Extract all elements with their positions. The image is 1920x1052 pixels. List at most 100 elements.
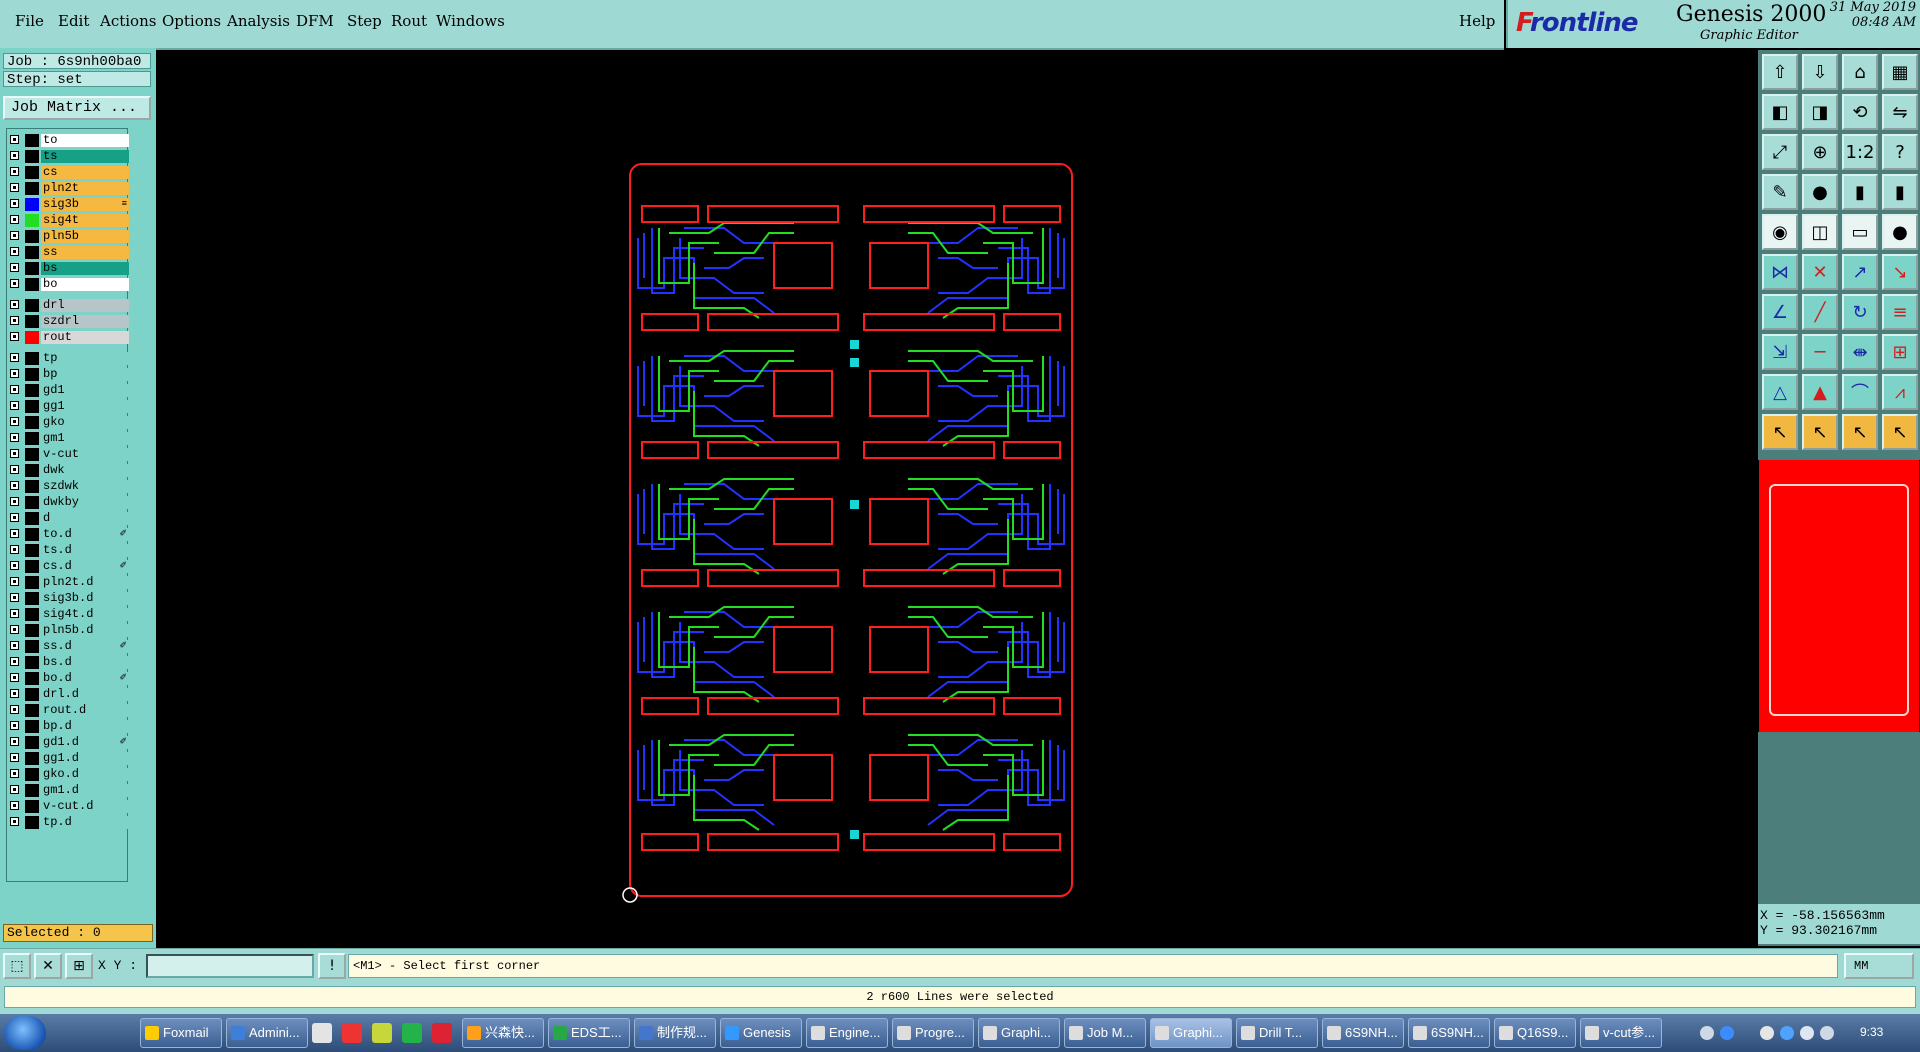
layer-row-bo[interactable]: bo	[7, 277, 129, 292]
layer-row-ts[interactable]: ts	[7, 149, 129, 164]
layer-row-dwk[interactable]: dwk	[7, 463, 129, 478]
taskbar-item[interactable]: Engine...	[806, 1018, 888, 1048]
layer-checkbox[interactable]	[10, 151, 19, 160]
taskbar-item[interactable]: Admini...	[226, 1018, 308, 1048]
taskbar-item[interactable]: Job M...	[1064, 1018, 1146, 1048]
layer-checkbox[interactable]	[10, 801, 19, 810]
taskbar-item[interactable]: v-cut参...	[1580, 1018, 1662, 1048]
layer-row-sig3b[interactable]: sig3b ≡	[7, 197, 129, 212]
layer-row-gm1.d[interactable]: gm1.d	[7, 783, 129, 798]
layer-row-v-cut[interactable]: v-cut	[7, 447, 129, 462]
layer-color-swatch[interactable]	[25, 299, 39, 312]
layer-name[interactable]: gd1	[41, 384, 129, 397]
tray-flag-icon[interactable]	[1760, 1026, 1774, 1040]
stretch-icon[interactable]: ⇼	[1842, 334, 1878, 370]
contour-icon[interactable]: ⩘	[1882, 374, 1918, 410]
layer-row-bp[interactable]: bp	[7, 367, 129, 382]
menu-windows[interactable]: Windows	[436, 12, 505, 30]
layer-row-drl.d[interactable]: drl.d	[7, 687, 129, 702]
layer-color-swatch[interactable]	[25, 315, 39, 328]
layer-color-swatch[interactable]	[25, 704, 39, 717]
start-button[interactable]	[4, 1016, 46, 1050]
layer-checkbox[interactable]	[10, 183, 19, 192]
layer-checkbox[interactable]	[10, 263, 19, 272]
layer-name[interactable]: drl.d	[41, 688, 129, 701]
layer-checkbox[interactable]	[10, 231, 19, 240]
layer-row-bp.d[interactable]: bp.d	[7, 719, 129, 734]
layer-color-swatch[interactable]	[25, 720, 39, 733]
layer-checkbox[interactable]	[10, 609, 19, 618]
taskbar-item[interactable]: Q16S9...	[1494, 1018, 1576, 1048]
layer-name[interactable]: sig3b.d	[41, 592, 129, 605]
draw-icon[interactable]: ╱	[1802, 294, 1838, 330]
layer-color-swatch[interactable]	[25, 352, 39, 365]
layer-checkbox[interactable]	[10, 737, 19, 746]
layer-name[interactable]: gm1	[41, 432, 129, 445]
menu-analysis[interactable]: Analysis	[227, 12, 290, 30]
move-icon[interactable]: ↗	[1842, 254, 1878, 290]
layer-color-swatch[interactable]	[25, 640, 39, 653]
layer-row-rout.d[interactable]: rout.d	[7, 703, 129, 718]
layer-row-pln5b.d[interactable]: pln5b.d	[7, 623, 129, 638]
layer-name[interactable]: bp.d	[41, 720, 129, 733]
layer-color-swatch[interactable]	[25, 331, 39, 344]
layer-row-szdwk[interactable]: szdwk	[7, 479, 129, 494]
layer-name[interactable]: gko	[41, 416, 129, 429]
layer-color-swatch[interactable]	[25, 512, 39, 525]
layer-color-swatch[interactable]	[25, 544, 39, 557]
layer-name[interactable]: ts.d	[41, 544, 129, 557]
circle-icon[interactable]: ●	[1882, 214, 1918, 250]
layer-name[interactable]: bp	[41, 368, 129, 381]
layer-row-gko[interactable]: gko	[7, 415, 129, 430]
layer-row-cs.d[interactable]: cs.d ✐	[7, 559, 129, 574]
layer-name[interactable]: bo	[41, 278, 129, 291]
line-icon[interactable]: ▭	[1842, 214, 1878, 250]
resize-icon[interactable]: ⇲	[1762, 334, 1798, 370]
layer-name[interactable]: szdwk	[41, 480, 129, 493]
layer-checkbox[interactable]	[10, 353, 19, 362]
layer-checkbox[interactable]	[10, 817, 19, 826]
layer-color-swatch[interactable]	[25, 672, 39, 685]
snap-center-button[interactable]: ⊞	[65, 953, 93, 979]
scale-icon[interactable]: 1:2	[1842, 134, 1878, 170]
layer-name[interactable]: ss	[41, 246, 129, 259]
layer-row-gko.d[interactable]: gko.d	[7, 767, 129, 782]
arc2-icon[interactable]: ⌒	[1842, 374, 1878, 410]
taskbar-item[interactable]: 6S9NH...	[1322, 1018, 1404, 1048]
measure-icon[interactable]: ✎	[1762, 174, 1798, 210]
layer-color-swatch[interactable]	[25, 416, 39, 429]
layer-name[interactable]: sig3b ≡	[41, 198, 129, 211]
layer-row-gd1[interactable]: gd1	[7, 383, 129, 398]
layer-color-swatch[interactable]	[25, 464, 39, 477]
taskbar-item[interactable]: Drill T...	[1236, 1018, 1318, 1048]
layer-row-rout[interactable]: rout	[7, 330, 129, 345]
layer-checkbox[interactable]	[10, 385, 19, 394]
left-icon[interactable]: ◧	[1762, 94, 1798, 130]
home-icon[interactable]: ⌂	[1842, 54, 1878, 90]
snap-grid-button[interactable]: ⬚	[3, 953, 31, 979]
layer-color-swatch[interactable]	[25, 752, 39, 765]
layer-color-swatch[interactable]	[25, 688, 39, 701]
layer-color-swatch[interactable]	[25, 150, 39, 163]
select2-icon[interactable]: ↖	[1802, 414, 1838, 450]
tray-help-icon[interactable]	[1720, 1026, 1734, 1040]
layer-checkbox[interactable]	[10, 247, 19, 256]
panel-icon[interactable]: ▦	[1882, 54, 1918, 90]
layer-color-swatch[interactable]	[25, 368, 39, 381]
help-icon[interactable]: ?	[1882, 134, 1918, 170]
layer-row-d[interactable]: d	[7, 511, 129, 526]
layer-color-swatch[interactable]	[25, 560, 39, 573]
layer-color-swatch[interactable]	[25, 576, 39, 589]
layer-color-swatch[interactable]	[25, 480, 39, 493]
layer-row-pln2t.d[interactable]: pln2t.d	[7, 575, 129, 590]
layer-checkbox[interactable]	[10, 721, 19, 730]
layer-name[interactable]: pln2t.d	[41, 576, 129, 589]
layer-checkbox[interactable]	[10, 481, 19, 490]
layer-row-tp[interactable]: tp	[7, 351, 129, 366]
snap-icon[interactable]: ●	[1802, 174, 1838, 210]
layer-color-swatch[interactable]	[25, 736, 39, 749]
menu-help[interactable]: Help	[1459, 12, 1495, 30]
xy-input[interactable]	[146, 954, 314, 978]
layer-row-szdrl[interactable]: szdrl	[7, 314, 129, 329]
layer-checkbox[interactable]	[10, 769, 19, 778]
